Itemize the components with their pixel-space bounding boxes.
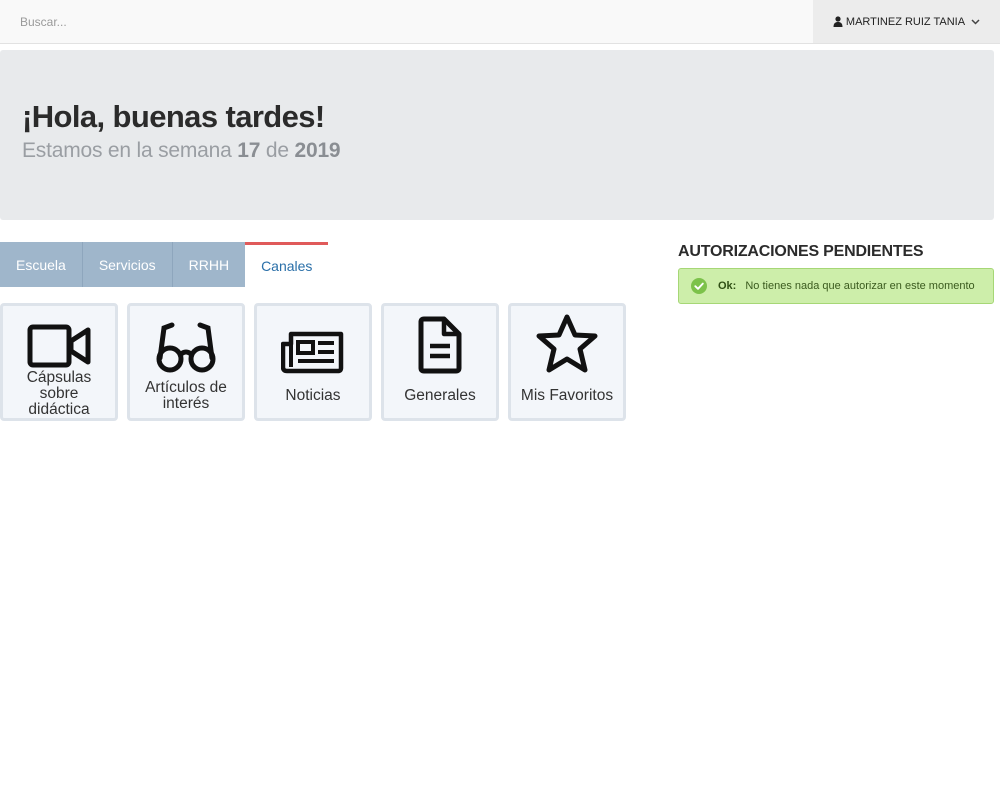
week-prefix: Estamos en la semana xyxy=(22,139,232,162)
tab-rrhh[interactable]: RRHH xyxy=(172,242,246,287)
tab-escuela[interactable]: Escuela xyxy=(0,242,83,287)
channel-generales[interactable]: Generales xyxy=(381,303,499,421)
status-label: Ok: xyxy=(718,280,737,292)
top-bar: MARTINEZ RUIZ TANIA xyxy=(0,0,1000,44)
channel-label: Noticias xyxy=(285,387,341,404)
user-name: MARTINEZ RUIZ TANIA xyxy=(845,15,966,28)
section-tabs: Escuela Servicios RRHH Canales xyxy=(0,242,329,287)
authorizations-title: AUTORIZACIONES PENDIENTES xyxy=(678,243,924,260)
week-info: Estamos en la semana 17 de 2019 xyxy=(22,139,341,163)
user-menu[interactable]: MARTINEZ RUIZ TANIA xyxy=(813,0,1000,43)
document-icon xyxy=(417,312,463,374)
tab-servicios[interactable]: Servicios xyxy=(82,242,173,287)
channel-capsulas[interactable]: Cápsulas sobre didáctica xyxy=(0,303,118,421)
channel-noticias[interactable]: Noticias xyxy=(254,303,372,421)
channel-grid: Cápsulas sobre didáctica Artículos de in… xyxy=(0,303,626,421)
channel-label: Mis Favoritos xyxy=(520,387,614,404)
chevron-down-icon xyxy=(971,18,980,25)
week-connector: de xyxy=(265,139,289,162)
glasses-icon xyxy=(154,312,218,374)
authorizations-status: Ok: No tienes nada que autorizar en este… xyxy=(678,268,994,304)
check-circle-icon xyxy=(691,278,707,294)
video-camera-icon xyxy=(27,312,91,370)
year: 2019 xyxy=(294,139,341,162)
channel-label: Cápsulas sobre didáctica xyxy=(26,369,92,418)
user-icon xyxy=(833,16,843,27)
status-message: No tienes nada que autorizar en este mom… xyxy=(745,280,975,292)
tab-canales[interactable]: Canales xyxy=(245,242,329,287)
week-number: 17 xyxy=(237,139,261,162)
newspaper-icon xyxy=(281,312,345,374)
channel-label: Artículos de interés xyxy=(145,379,227,412)
greeting-title: ¡Hola, buenas tardes! xyxy=(22,99,325,134)
channel-favoritos[interactable]: Mis Favoritos xyxy=(508,303,626,421)
search-input[interactable] xyxy=(0,0,812,43)
star-icon xyxy=(535,312,599,374)
channel-articulos[interactable]: Artículos de interés xyxy=(127,303,245,421)
welcome-banner: ¡Hola, buenas tardes! Estamos en la sema… xyxy=(0,50,994,220)
channel-label: Generales xyxy=(404,387,476,404)
